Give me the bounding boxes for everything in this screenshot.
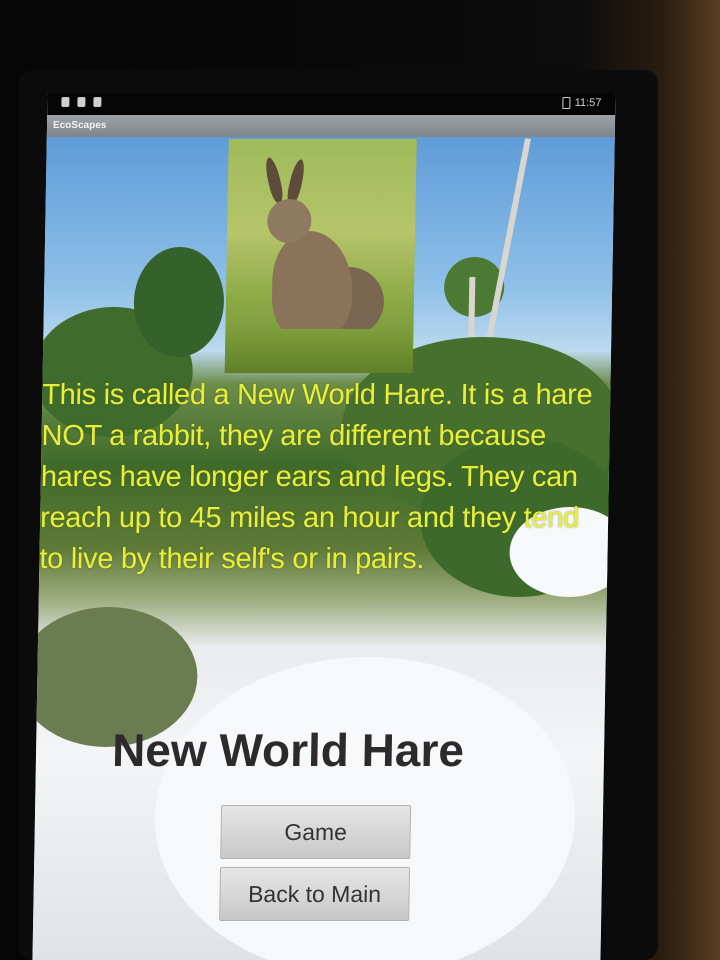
tree-left — [132, 247, 225, 357]
notification-icon — [93, 97, 102, 107]
sd-card-icon — [77, 97, 86, 107]
app-screen: 11:57 EcoScapes This is called a New Wor… — [32, 93, 616, 960]
hare-description: This is called a New World Hare. It is a… — [39, 379, 593, 575]
tree-trunk — [484, 138, 531, 346]
grass — [224, 329, 414, 373]
hare-image — [224, 139, 417, 373]
status-bar: 11:57 — [47, 93, 616, 115]
hare-ear — [263, 156, 286, 204]
back-to-main-button[interactable]: Back to Main — [219, 867, 411, 921]
app-title: EcoScapes — [52, 120, 107, 131]
hare-body — [271, 231, 354, 341]
game-button[interactable]: Game — [220, 805, 412, 859]
status-time: 11:57 — [574, 97, 602, 109]
status-right: 11:57 — [562, 97, 602, 109]
page-title: New World Hare — [111, 724, 465, 776]
status-icons — [61, 97, 102, 107]
battery-icon — [562, 97, 571, 109]
photo-frame: 11:57 EcoScapes This is called a New Wor… — [0, 0, 720, 960]
notification-icon — [61, 97, 70, 107]
app-title-bar: EcoScapes — [46, 115, 616, 137]
